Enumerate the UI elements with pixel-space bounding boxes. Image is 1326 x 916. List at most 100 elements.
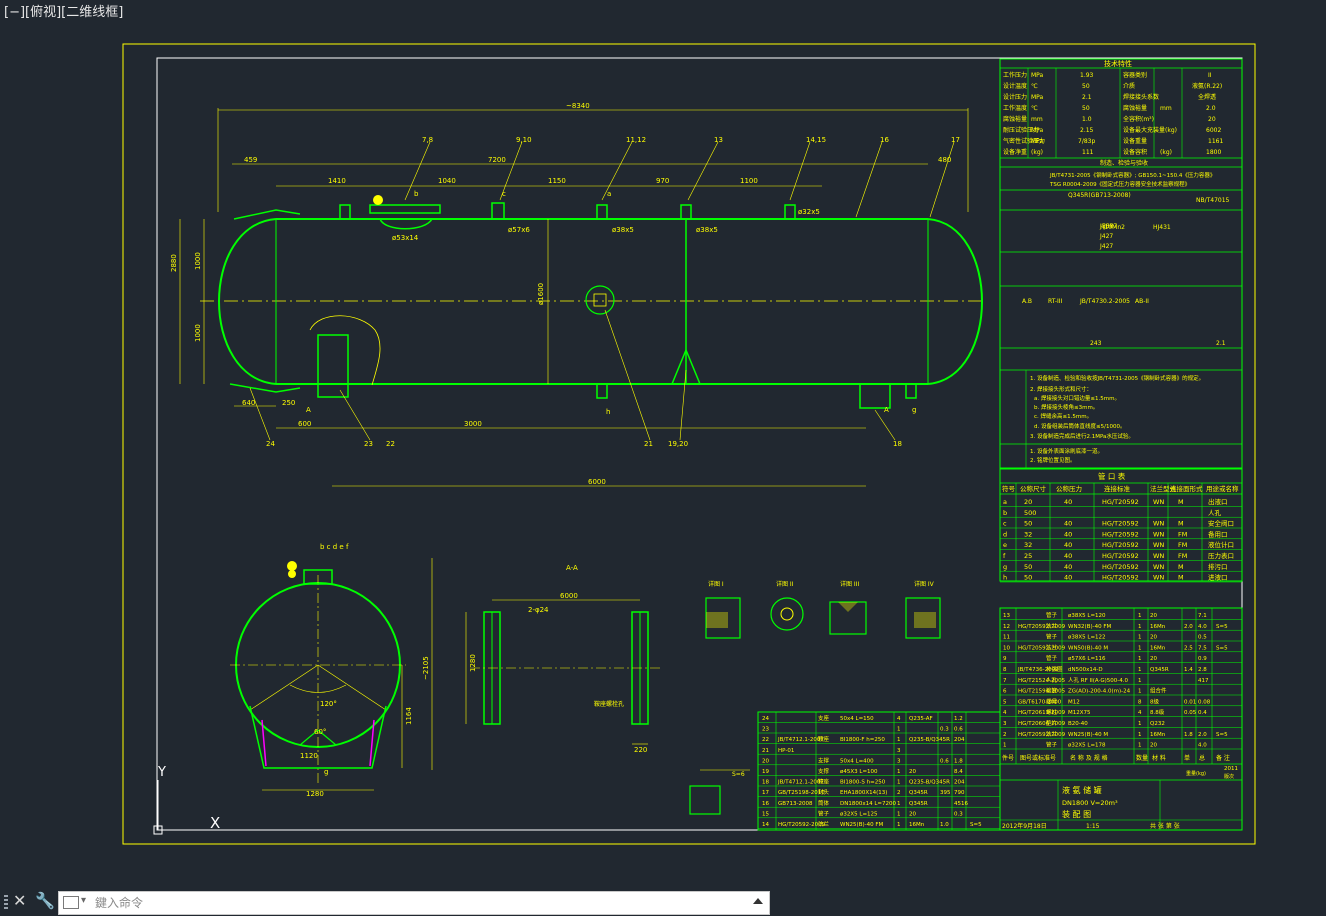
nozzle-label-2: ø57x6 (508, 226, 530, 234)
standard-1: JB/T4731-2005《钢制卧式容器》; GB150.1~150.4《压力容… (1049, 171, 1215, 179)
parts-table-cell: 4 (1003, 710, 1007, 716)
parts-table-cell: S=5 (1216, 624, 1228, 630)
nozzle-table-cell: 20 (1024, 498, 1032, 506)
svg-text:2.15: 2.15 (1080, 127, 1094, 134)
parts-table-cell: 1 (897, 737, 901, 743)
svg-text:腐蚀裕量: 腐蚀裕量 (1003, 115, 1027, 123)
balloon-22: 22 (386, 440, 395, 448)
parts-table-cell: 23 (762, 727, 769, 733)
nozzle-table-cell: WN (1153, 530, 1164, 538)
parts-table-cell: ø45X3 L=100 (840, 769, 878, 775)
parts-table-cell: 人孔 RF II(A·G)500-4.0 (1068, 676, 1129, 684)
nozzle-table-title: 管 口 表 (1098, 471, 1126, 481)
balloon-17: 17 (951, 136, 960, 144)
svg-text:工作温度: 工作温度 (1003, 104, 1027, 112)
parts-table-cell: 1.8 (1184, 732, 1193, 738)
parts-table-cell: Q232 (1150, 721, 1165, 727)
nozzle-table-cell: WN (1153, 520, 1164, 528)
dim-seg-2: 1040 (438, 177, 456, 185)
nozzle-table-cell: 40 (1064, 552, 1072, 560)
parts-table-cell: 204 (954, 780, 965, 786)
svg-text:图号或标准号: 图号或标准号 (1020, 754, 1056, 762)
parts-table-cell: Q235-AF (909, 716, 933, 722)
parts-table-cell: 50x4 L=150 (840, 716, 874, 722)
balloon-24: 24 (266, 440, 275, 448)
command-input-container: ▾ (58, 891, 770, 915)
nozzle-table-cell: h (1003, 574, 1007, 582)
command-history-button[interactable] (753, 898, 763, 904)
svg-text:mm: mm (1160, 105, 1172, 112)
parts-table-cell: 50x4 L=400 (840, 758, 874, 764)
material-spec: Q345R(GB713-2008) (1068, 192, 1131, 199)
svg-text:液氨(R.22): 液氨(R.22) (1192, 82, 1222, 90)
balloon-23: 23 (364, 440, 373, 448)
svg-text:111: 111 (1082, 149, 1094, 156)
drawing-canvas[interactable]: ~8340 459 7200 480 1410 1040 1150 970 11… (0, 0, 1326, 888)
parts-table-cell: 20 (1150, 635, 1157, 641)
aa-dim-1: 6000 (560, 592, 578, 600)
svg-text:公称尺寸: 公称尺寸 (1020, 484, 1047, 493)
svg-text:焊接接头系数: 焊接接头系数 (1123, 93, 1159, 101)
tech-table-title: 技术特性 (1104, 59, 1132, 68)
close-icon[interactable]: ✕ (13, 892, 26, 910)
nozzle-table-cell: 进液口 (1208, 573, 1228, 582)
detail-label-3: 详图 III (840, 580, 859, 588)
parts-table-cell: 15 (762, 811, 769, 817)
parts-table-cell: 8.4 (954, 769, 963, 775)
parts-table-cell: 1 (1138, 635, 1142, 641)
section-dim-2: 1280 (306, 790, 324, 798)
chevron-down-icon[interactable]: ▾ (81, 895, 86, 906)
parts-table-cell: 1.4 (1184, 667, 1193, 673)
parts-table-cell: 14 (762, 822, 769, 828)
svg-text:mm: mm (1031, 116, 1043, 123)
parts-table-cell: 7.5 (1198, 645, 1207, 651)
parts-table-cell: 1 (897, 780, 901, 786)
nozzle-table-cell: d (1003, 530, 1007, 538)
balloon-14-15: 14,15 (806, 136, 826, 144)
command-bar-grip[interactable] (4, 895, 8, 911)
parts-table-cell: 22 (762, 737, 769, 743)
command-input[interactable] (95, 892, 745, 914)
parts-table-cell: 11 (1003, 635, 1010, 641)
svg-text:1.0: 1.0 (1082, 116, 1092, 123)
parts-table-cell: 10 (1003, 645, 1010, 651)
svg-text:MPa: MPa (1031, 127, 1044, 134)
section-nozzle-letters: b c d e f (320, 543, 349, 551)
parts-table-cell: 8 (1138, 699, 1142, 705)
nozzle-table-cell: 500 (1024, 509, 1036, 517)
parts-table-cell: dN500x14-D (1068, 667, 1103, 673)
nozzle-label-1: ø53x14 (392, 234, 419, 242)
parts-table-cell: 20 (909, 811, 916, 817)
parts-table-cell: 417 (1198, 678, 1209, 684)
dim-bottom-3: 600 (298, 420, 311, 428)
parts-table-right-rows: 13 管子 ø38X5 L=120 1 20 7.112 HG/T20592-2009法兰 W… (1000, 611, 1242, 750)
dim-bottom-4: 3000 (464, 420, 482, 428)
note-line-3: a. 焊接接头对口错边量≤1.5mm。 (1034, 394, 1120, 402)
parts-table-cell: 2.0 (1184, 624, 1193, 630)
parts-table-cell: DN1800x14 L=7200 (840, 801, 897, 807)
command-prompt-icon[interactable] (63, 896, 79, 909)
nozzle-table-cell: 压力表口 (1208, 551, 1234, 560)
svg-text:7/83p: 7/83p (1078, 138, 1095, 145)
parts-table-cell: 1 (1138, 667, 1142, 673)
wrench-icon[interactable]: 🔧 (35, 892, 55, 910)
parts-table-cell: ø32X5 L=178 (1068, 743, 1106, 749)
dim-bottom-2: 250 (282, 399, 295, 407)
nozzle-table-cell: HG/T20592 (1102, 563, 1139, 571)
parts-table-cell: 12 (1003, 624, 1010, 630)
parts-table-cell: BI1800-F h=250 (840, 737, 885, 743)
nozzle-table-cell: 出液口 (1208, 497, 1228, 506)
parts-table-cell: 24 (762, 716, 769, 722)
parts-table-cell: 1 (1138, 721, 1142, 727)
svg-text:2.1: 2.1 (1082, 94, 1092, 101)
dim-seg-5: 1100 (740, 177, 758, 185)
ucs-icon: Y X (153, 765, 220, 835)
parts-table-left (757, 711, 1001, 831)
title-name-3: 装 配 图 (1062, 809, 1091, 819)
parts-table-cell: 16Mn (1150, 624, 1166, 630)
parts-table-cell: 13 (1003, 613, 1010, 619)
parts-table-cell: 20 (762, 758, 769, 764)
parts-table-cell: 螺母 (1046, 697, 1058, 705)
notes: 1. 设备制造、检验和验收按JB/T4731-2005《钢制卧式容器》的规定。 … (1030, 374, 1204, 464)
ucs-y-label: Y (157, 765, 166, 780)
